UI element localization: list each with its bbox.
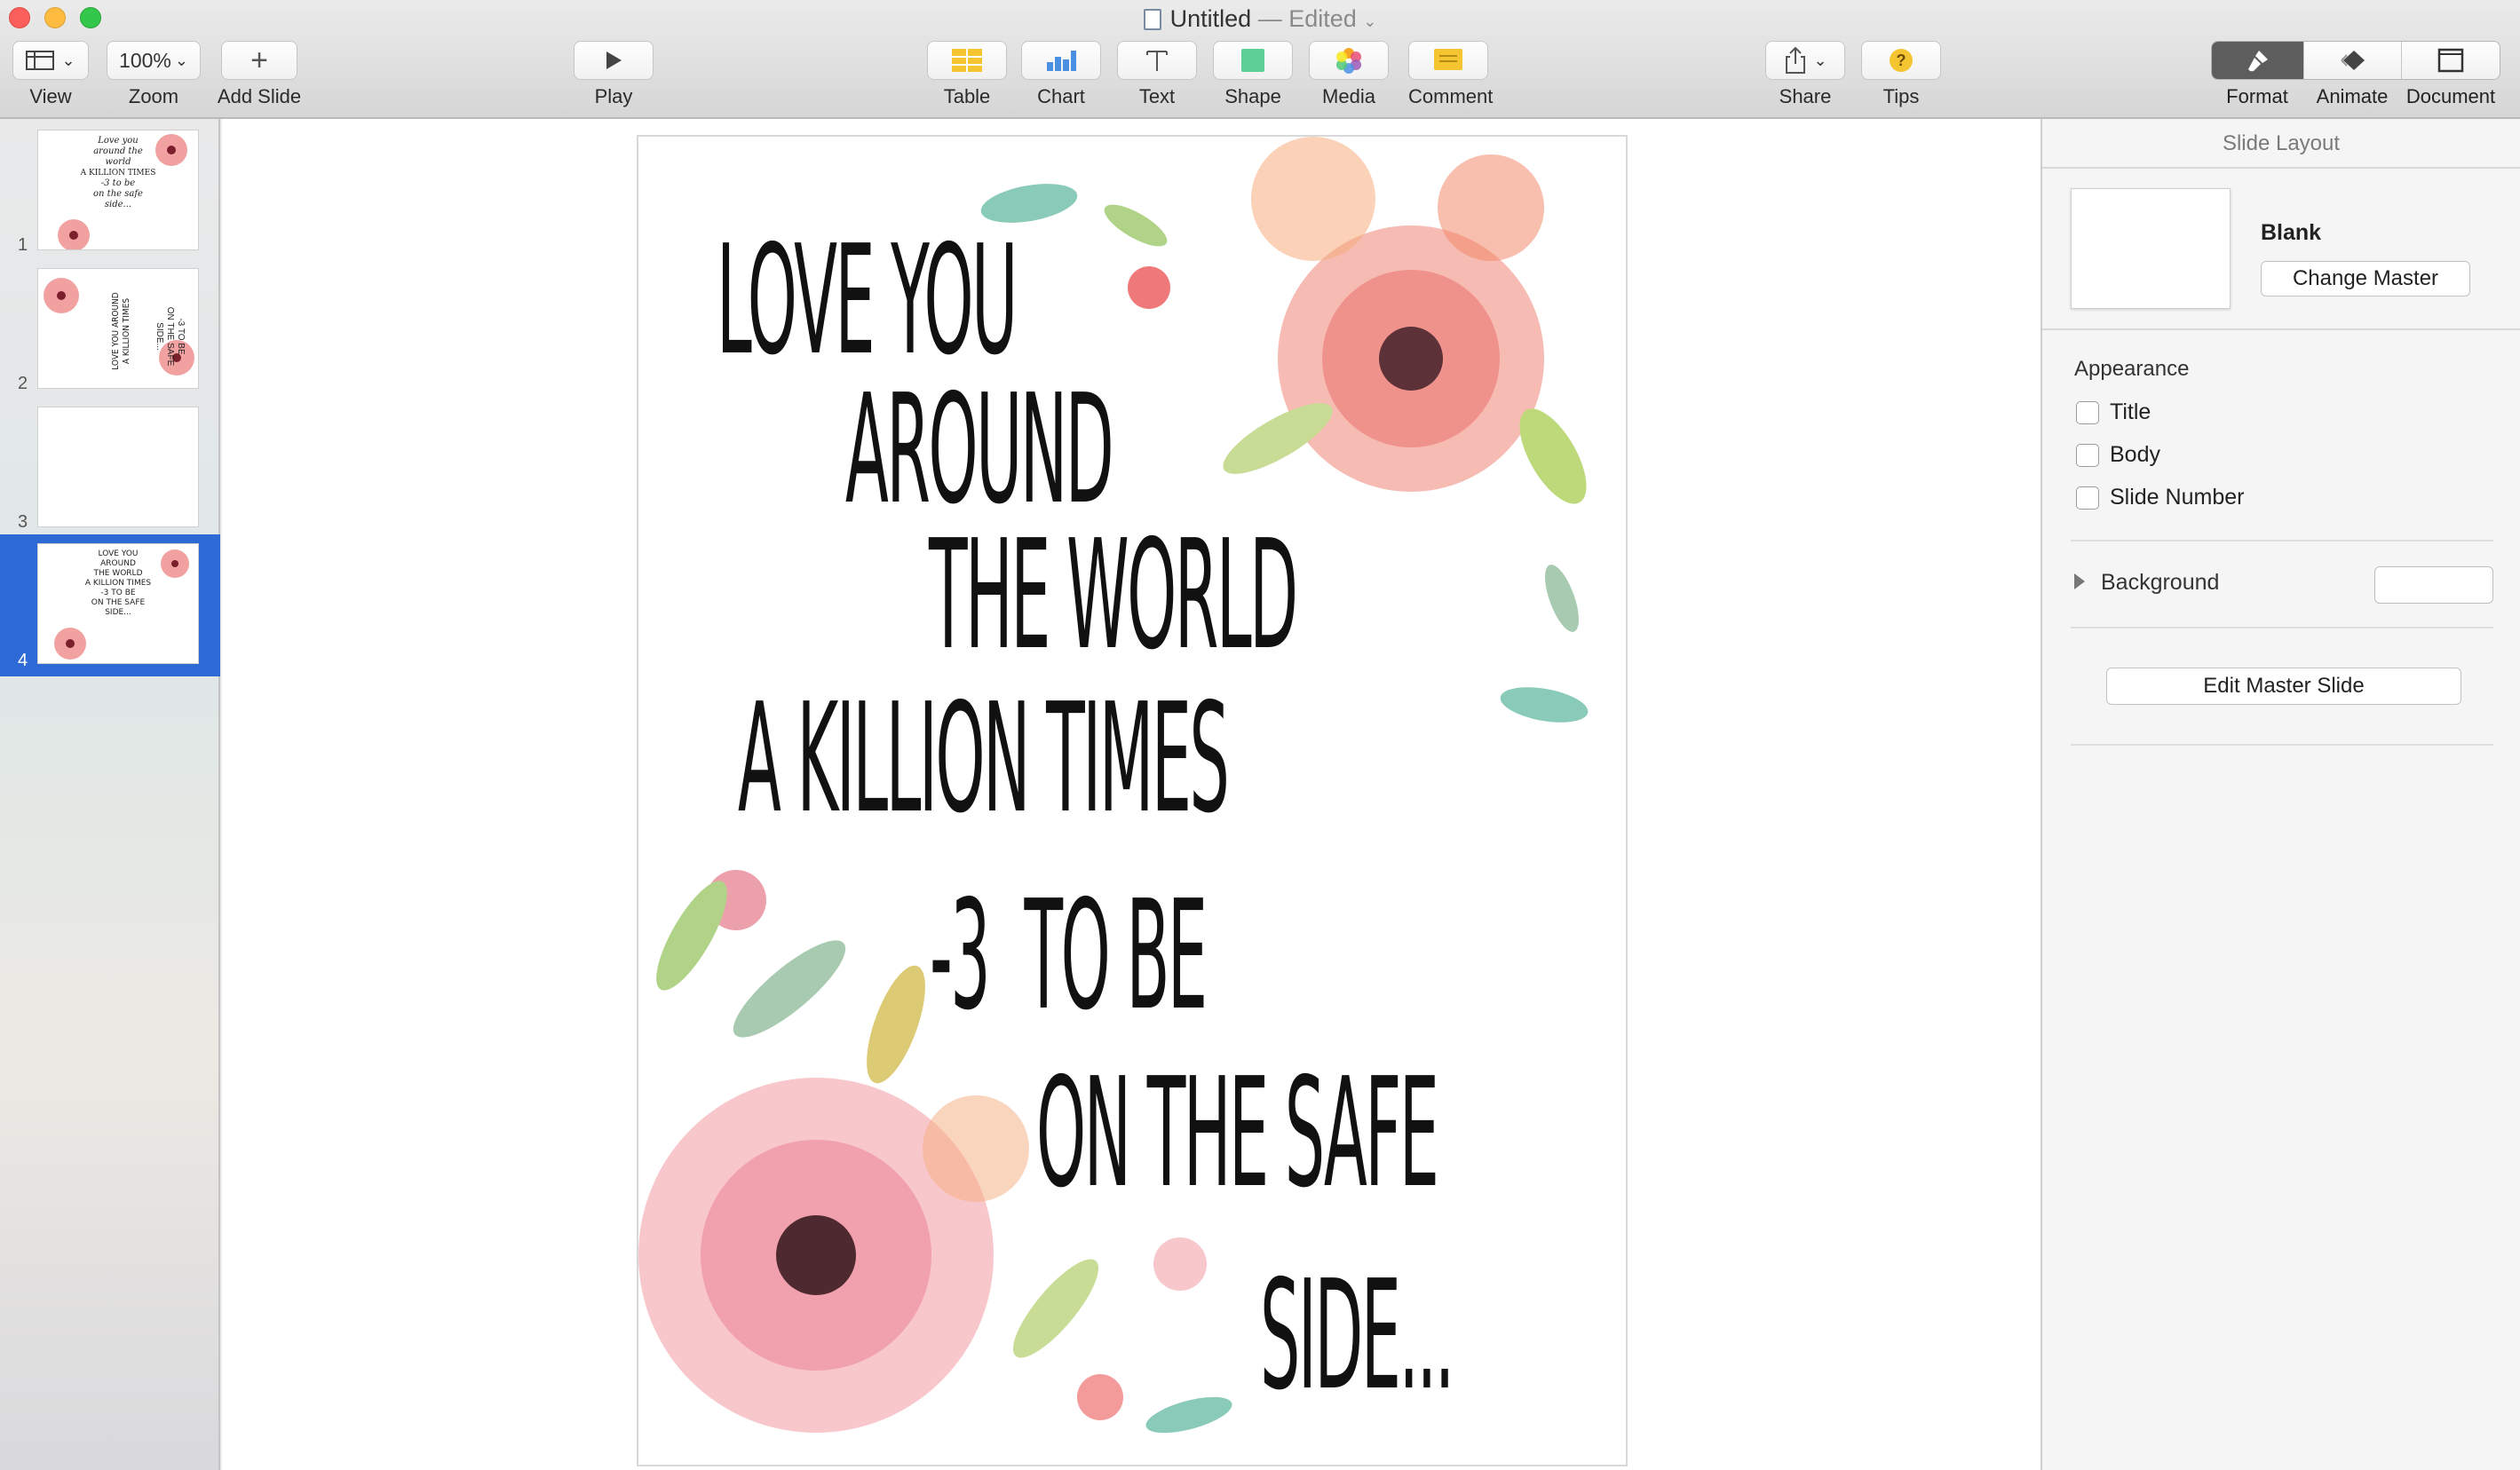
chart-button[interactable]: Chart <box>1021 41 1101 108</box>
toolbar: Untitled — Edited ⌄ ⌄ View 100% ⌄ Zoom + … <box>0 0 2520 119</box>
chevron-down-icon[interactable]: ⌄ <box>1363 12 1376 30</box>
inspector-tabs <box>2211 41 2500 80</box>
text-button[interactable]: Text <box>1117 41 1197 108</box>
animate-tab-label: Animate <box>2316 85 2389 107</box>
zoom-menu[interactable]: 100% ⌄ Zoom <box>107 41 201 108</box>
slide-text-line-2[interactable]: AROUND <box>845 375 1114 526</box>
paintbrush-icon <box>2247 51 2268 72</box>
slide-preview <box>37 407 199 527</box>
edit-master-slide-button[interactable]: Edit Master Slide <box>2106 668 2461 705</box>
slide-navigator: Love you around the world A KILLION TIME… <box>0 119 220 1470</box>
add-slide-button[interactable]: + Add Slide <box>217 41 302 108</box>
title-checkbox-label: Title <box>2110 399 2152 424</box>
comment-button[interactable]: Comment <box>1408 41 1493 108</box>
slide-text-line-4[interactable]: A KILLION TIMES <box>738 684 1230 834</box>
sidebar-view-icon <box>26 51 55 70</box>
master-preview[interactable] <box>2071 188 2231 309</box>
body-checkbox[interactable] <box>2076 444 2099 467</box>
animate-icon <box>2340 51 2365 70</box>
format-inspector: Slide Layout Blank Change Master Appeara… <box>2041 119 2520 1470</box>
help-icon: ? <box>1890 49 1913 72</box>
animate-tab[interactable] <box>2303 42 2401 79</box>
chevron-down-icon: ⌄ <box>174 51 188 69</box>
slide-text-line-1[interactable]: LOVE YOU <box>717 225 1018 376</box>
slide-canvas[interactable]: LOVE YOU AROUND THE WORLD A KILLION TIME… <box>222 119 2041 1470</box>
slide-thumbnail-3[interactable]: 3 <box>0 399 220 538</box>
slide-text-line-7[interactable]: SIDE... <box>1260 1261 1454 1411</box>
media-button[interactable]: Media <box>1309 41 1389 108</box>
divider <box>2071 540 2493 541</box>
document-tab-label: Document <box>2405 85 2496 107</box>
table-button[interactable]: Table <box>927 41 1007 108</box>
change-master-button[interactable]: Change Master <box>2261 261 2470 296</box>
slide-text-line-3[interactable]: THE WORLD <box>929 520 1298 671</box>
divider <box>2071 744 2493 746</box>
comment-icon <box>1434 49 1462 70</box>
title-checkbox[interactable] <box>2076 401 2099 424</box>
chevron-down-icon: ⌄ <box>61 51 75 69</box>
document-tab[interactable] <box>2400 42 2500 79</box>
view-button[interactable]: ⌄ View <box>12 41 89 108</box>
tips-button[interactable]: ? Tips <box>1861 41 1941 108</box>
slide-number-checkbox[interactable] <box>2076 486 2099 510</box>
window-title: Untitled — Edited ⌄ <box>0 4 2520 36</box>
play-button[interactable]: Play <box>574 41 654 108</box>
slide-thumbnail-4[interactable]: LOVE YOU AROUND THE WORLD A KILLION TIME… <box>0 534 220 676</box>
photos-icon <box>1336 48 1361 74</box>
text-icon <box>1146 51 1168 71</box>
shape-button[interactable]: Shape <box>1213 41 1293 108</box>
slide-number-checkbox-label: Slide Number <box>2110 485 2245 510</box>
play-icon <box>606 51 622 69</box>
chart-icon <box>1047 51 1076 71</box>
appearance-heading: Appearance <box>2074 357 2190 381</box>
background-section-label[interactable]: Background <box>2101 570 2219 596</box>
document-icon <box>1143 9 1161 30</box>
divider <box>2071 627 2493 628</box>
svg-text:?: ? <box>1897 51 1906 69</box>
shape-icon <box>1241 49 1264 72</box>
background-color-well[interactable] <box>2374 566 2493 604</box>
share-icon <box>1786 46 1806 74</box>
inspector-header: Slide Layout <box>2042 119 2520 169</box>
slide-preview: LOVE YOU AROUND THE WORLD A KILLION TIME… <box>37 543 199 664</box>
table-icon <box>952 49 982 72</box>
format-tab[interactable] <box>2212 42 2304 79</box>
slide-text-line-5[interactable]: -3 TO BE <box>930 881 1208 1031</box>
slide-thumbnail-2[interactable]: LOVE YOU AROUND A KILLION TIMES -3 TO BE… <box>0 261 220 399</box>
divider <box>2042 328 2520 330</box>
disclosure-triangle-icon[interactable] <box>2074 573 2085 589</box>
body-checkbox-label: Body <box>2110 442 2160 467</box>
slide-preview: Love you around the world A KILLION TIME… <box>37 130 199 250</box>
share-button[interactable]: ⌄ Share <box>1765 41 1845 108</box>
slide-text-line-6[interactable]: ON THE SAFE <box>1036 1058 1439 1209</box>
master-name: Blank <box>2261 220 2322 245</box>
chevron-down-icon: ⌄ <box>1813 51 1827 69</box>
plus-icon: + <box>250 43 268 77</box>
slide-preview: LOVE YOU AROUND A KILLION TIMES -3 TO BE… <box>37 268 199 389</box>
document-icon <box>2437 48 2464 73</box>
current-slide[interactable]: LOVE YOU AROUND THE WORLD A KILLION TIME… <box>637 135 1628 1466</box>
slide-thumbnail-1[interactable]: Love you around the world A KILLION TIME… <box>0 122 220 261</box>
format-tab-label: Format <box>2226 85 2288 107</box>
